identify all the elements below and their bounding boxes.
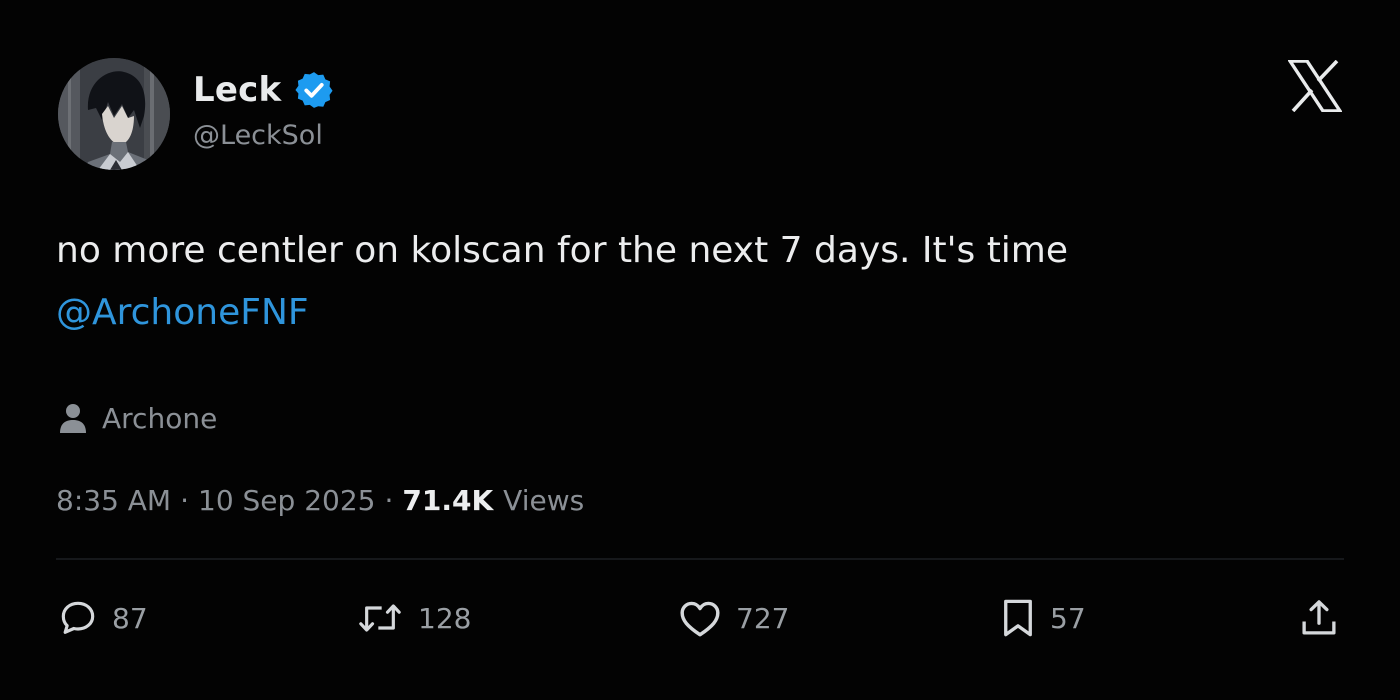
bookmark-icon — [1000, 597, 1036, 639]
avatar-image — [58, 58, 170, 170]
share-button[interactable] — [1298, 592, 1340, 644]
verified-badge-icon — [293, 69, 335, 111]
tweet-text: no more centler on kolscan for the next … — [56, 220, 1336, 344]
retweet-icon — [356, 598, 404, 638]
divider — [56, 558, 1344, 560]
bookmark-count: 57 — [1050, 601, 1086, 635]
like-count: 727 — [736, 601, 790, 635]
retweet-button[interactable]: 128 — [356, 592, 471, 644]
heart-icon — [678, 598, 722, 638]
retweet-count: 128 — [418, 601, 472, 635]
person-icon — [58, 401, 88, 435]
bookmark-button[interactable]: 57 — [1000, 592, 1086, 644]
reply-count: 87 — [112, 601, 148, 635]
meta-separator: · — [384, 483, 394, 517]
reply-button[interactable]: 87 — [58, 592, 148, 644]
handle[interactable]: @LeckSol — [193, 120, 323, 151]
share-icon — [1298, 597, 1340, 639]
tweet-meta: 8:35 AM · 10 Sep 2025 · 71.4K Views — [56, 478, 584, 522]
tweet-body: no more centler on kolscan for the next … — [56, 230, 1069, 271]
tweet-date[interactable]: 10 Sep 2025 — [198, 484, 375, 517]
display-name-row: Leck — [193, 68, 335, 112]
views-count[interactable]: 71.4K — [402, 484, 493, 517]
x-logo-icon[interactable] — [1286, 59, 1344, 113]
views-label: Views — [503, 483, 585, 517]
tweet-card: Leck @LeckSol no more centler on kolscan… — [0, 0, 1400, 700]
tagged-user[interactable]: Archone — [58, 396, 217, 440]
reply-icon — [58, 598, 98, 638]
display-name[interactable]: Leck — [193, 70, 281, 110]
like-button[interactable]: 727 — [678, 592, 789, 644]
mention-link[interactable]: @ArchoneFNF — [56, 282, 1336, 344]
tweet-time[interactable]: 8:35 AM — [56, 484, 171, 517]
avatar[interactable] — [58, 58, 170, 170]
meta-separator: · — [180, 483, 189, 517]
tagged-user-name: Archone — [102, 401, 218, 435]
